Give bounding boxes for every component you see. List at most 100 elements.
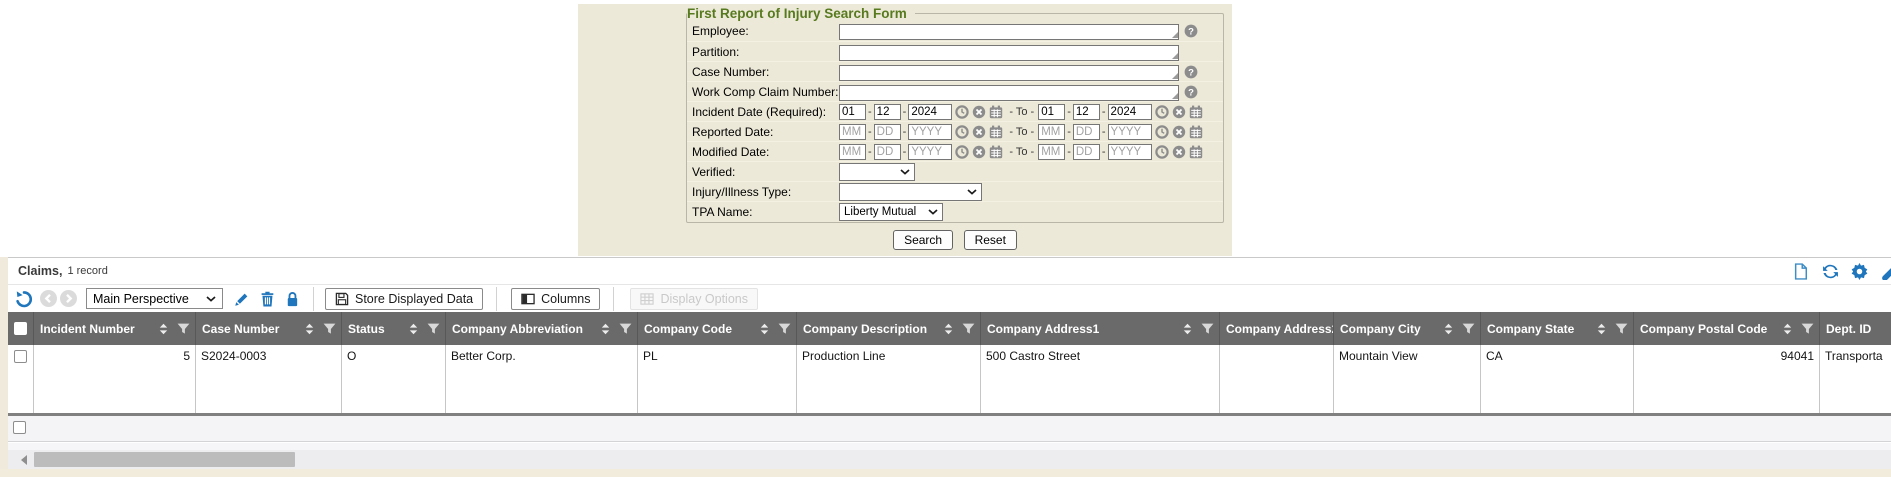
header-cell-status[interactable]: Status bbox=[342, 312, 446, 345]
clock-icon[interactable] bbox=[1155, 125, 1169, 139]
clock-icon[interactable] bbox=[1155, 145, 1169, 159]
calendar-icon[interactable] bbox=[989, 105, 1003, 119]
filter-icon[interactable] bbox=[323, 322, 336, 336]
reported-date-from-dd-input[interactable] bbox=[874, 124, 901, 140]
sort-icon[interactable] bbox=[758, 322, 771, 336]
filter-icon[interactable] bbox=[1615, 322, 1628, 336]
header-cell-company-code[interactable]: Company Code bbox=[638, 312, 797, 345]
incident-date-required-to-dd-input[interactable] bbox=[1073, 104, 1100, 120]
incident-date-required-from-dd-input[interactable] bbox=[874, 104, 901, 120]
incident-date-required-to-mm-input[interactable] bbox=[1038, 104, 1065, 120]
filter-icon[interactable] bbox=[427, 322, 440, 336]
wrench-icon[interactable] bbox=[1880, 263, 1891, 280]
delete-icon[interactable] bbox=[260, 291, 275, 307]
lock-icon[interactable] bbox=[285, 291, 300, 307]
perspective-select[interactable]: Main Perspective bbox=[86, 288, 223, 309]
row-checkbox[interactable] bbox=[14, 350, 27, 363]
edit-icon[interactable] bbox=[234, 291, 250, 307]
scrollbar-thumb[interactable] bbox=[34, 452, 295, 467]
refresh-icon[interactable] bbox=[1822, 263, 1839, 280]
verified-select[interactable] bbox=[839, 163, 915, 181]
reported-date-from-yyyy-input[interactable] bbox=[908, 124, 952, 140]
header-cell-company-abbreviation[interactable]: Company Abbreviation bbox=[446, 312, 638, 345]
help-icon[interactable]: ? bbox=[1184, 24, 1198, 38]
header-cell-case-number[interactable]: Case Number bbox=[196, 312, 342, 345]
modified-date-to-mm-input[interactable] bbox=[1038, 144, 1065, 160]
sort-icon[interactable] bbox=[407, 322, 420, 336]
clear-icon[interactable] bbox=[972, 105, 986, 119]
clear-icon[interactable] bbox=[1172, 125, 1186, 139]
work-comp-claim-number-input[interactable] bbox=[839, 85, 1179, 101]
settings-icon[interactable] bbox=[1851, 263, 1868, 280]
undo-icon[interactable] bbox=[15, 290, 33, 308]
help-icon[interactable]: ? bbox=[1184, 85, 1198, 99]
header-cell-incident-number[interactable]: Incident Number bbox=[34, 312, 196, 345]
next-icon[interactable] bbox=[60, 290, 77, 307]
sort-icon[interactable] bbox=[1442, 322, 1455, 336]
header-cell-company-postal-code[interactable]: Company Postal Code bbox=[1634, 312, 1820, 345]
filter-icon[interactable] bbox=[778, 322, 791, 336]
incident-date-required-from-yyyy-input[interactable] bbox=[908, 104, 952, 120]
filter-icon[interactable] bbox=[1201, 322, 1214, 336]
header-cell-company-description[interactable]: Company Description bbox=[797, 312, 981, 345]
clear-icon[interactable] bbox=[1172, 145, 1186, 159]
filter-icon[interactable] bbox=[1462, 322, 1475, 336]
table-row[interactable]: 5S2024-0003OBetter Corp.PLProduction Lin… bbox=[8, 345, 1891, 413]
incident-date-required-to-yyyy-input[interactable] bbox=[1108, 104, 1152, 120]
reported-date-to-dd-input[interactable] bbox=[1073, 124, 1100, 140]
filter-icon[interactable] bbox=[962, 322, 975, 336]
select-all-checkbox[interactable] bbox=[14, 322, 27, 335]
filter-icon[interactable] bbox=[1801, 322, 1814, 336]
reported-date-to-yyyy-input[interactable] bbox=[1108, 124, 1152, 140]
clear-icon[interactable] bbox=[1172, 105, 1186, 119]
modified-date-from-dd-input[interactable] bbox=[874, 144, 901, 160]
clock-icon[interactable] bbox=[1155, 105, 1169, 119]
new-document-icon[interactable] bbox=[1793, 263, 1810, 280]
sort-icon[interactable] bbox=[1595, 322, 1608, 336]
help-icon[interactable]: ? bbox=[1184, 65, 1198, 79]
header-cell-company-state[interactable]: Company State bbox=[1481, 312, 1634, 345]
search-button[interactable]: Search bbox=[893, 230, 953, 250]
injury-illness-type-select[interactable] bbox=[839, 183, 982, 201]
horizontal-scrollbar[interactable] bbox=[8, 450, 1891, 469]
sort-icon[interactable] bbox=[1781, 322, 1794, 336]
columns-button[interactable]: Columns bbox=[511, 288, 600, 310]
filter-icon[interactable] bbox=[177, 322, 190, 336]
scroll-left-arrow-icon[interactable] bbox=[21, 455, 27, 465]
calendar-icon[interactable] bbox=[989, 145, 1003, 159]
calendar-icon[interactable] bbox=[1189, 125, 1203, 139]
calendar-icon[interactable] bbox=[989, 125, 1003, 139]
calendar-icon[interactable] bbox=[1189, 105, 1203, 119]
modified-date-to-dd-input[interactable] bbox=[1073, 144, 1100, 160]
incident-date-required-from-mm-input[interactable] bbox=[839, 104, 866, 120]
header-cell-company-address2[interactable]: Company Address2 bbox=[1220, 312, 1334, 345]
employee-input[interactable] bbox=[839, 24, 1179, 40]
sort-icon[interactable] bbox=[599, 322, 612, 336]
sort-icon[interactable] bbox=[1181, 322, 1194, 336]
reported-date-from-mm-input[interactable] bbox=[839, 124, 866, 140]
partition-input[interactable] bbox=[839, 45, 1179, 61]
clear-icon[interactable] bbox=[972, 145, 986, 159]
tpa-name-select[interactable]: Liberty Mutual bbox=[839, 203, 943, 221]
reported-date-to-mm-input[interactable] bbox=[1038, 124, 1065, 140]
header-cell-dept-id[interactable]: Dept. ID bbox=[1820, 312, 1891, 345]
filter-icon[interactable] bbox=[619, 322, 632, 336]
footer-checkbox[interactable] bbox=[13, 421, 26, 434]
modified-date-to-yyyy-input[interactable] bbox=[1108, 144, 1152, 160]
clear-icon[interactable] bbox=[972, 125, 986, 139]
modified-date-from-mm-input[interactable] bbox=[839, 144, 866, 160]
clock-icon[interactable] bbox=[955, 145, 969, 159]
header-cell-company-city[interactable]: Company City bbox=[1334, 312, 1481, 345]
reset-button[interactable]: Reset bbox=[964, 230, 1017, 250]
header-cell-company-address1[interactable]: Company Address1 bbox=[981, 312, 1220, 345]
case-number-input[interactable] bbox=[839, 65, 1179, 81]
clock-icon[interactable] bbox=[955, 105, 969, 119]
store-displayed-data-button[interactable]: Store Displayed Data bbox=[325, 288, 483, 310]
sort-icon[interactable] bbox=[157, 322, 170, 336]
sort-icon[interactable] bbox=[303, 322, 316, 336]
clock-icon[interactable] bbox=[955, 125, 969, 139]
sort-icon[interactable] bbox=[942, 322, 955, 336]
calendar-icon[interactable] bbox=[1189, 145, 1203, 159]
modified-date-from-yyyy-input[interactable] bbox=[908, 144, 952, 160]
prev-icon[interactable] bbox=[40, 290, 57, 307]
